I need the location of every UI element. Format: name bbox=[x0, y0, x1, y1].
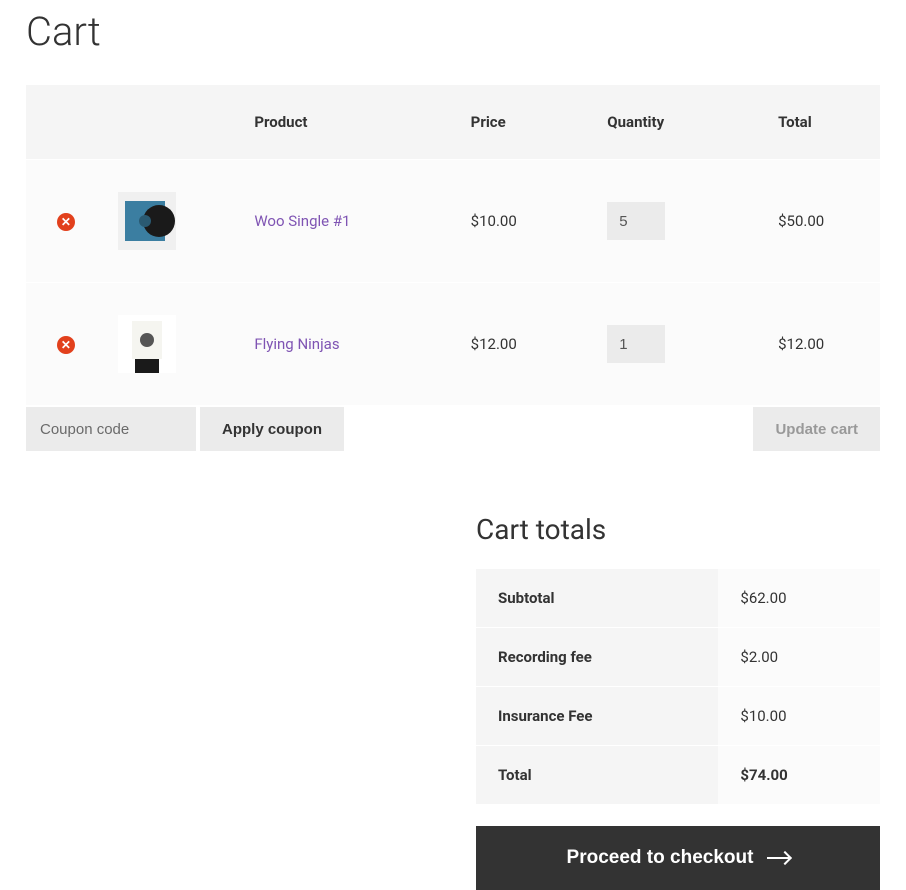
col-product-header: Product bbox=[242, 85, 458, 160]
col-price-header: Price bbox=[459, 85, 596, 160]
quantity-input[interactable] bbox=[607, 325, 665, 363]
total-cell: $12.00 bbox=[766, 283, 880, 406]
price-cell: $12.00 bbox=[459, 283, 596, 406]
coupon-input[interactable] bbox=[26, 407, 196, 451]
col-total-header: Total bbox=[766, 85, 880, 160]
cart-totals-heading: Cart totals bbox=[476, 513, 880, 546]
totals-value: $74.00 bbox=[718, 746, 880, 805]
coupon-area: Apply coupon bbox=[26, 407, 344, 451]
totals-row: Subtotal $62.00 bbox=[476, 569, 880, 628]
page-title: Cart bbox=[26, 8, 880, 55]
totals-row: Recording fee $2.00 bbox=[476, 628, 880, 687]
totals-value: $2.00 bbox=[718, 628, 880, 687]
product-thumbnail[interactable] bbox=[118, 192, 176, 250]
proceed-to-checkout-button[interactable]: Proceed to checkout bbox=[476, 826, 880, 890]
remove-icon[interactable]: ✕ bbox=[57, 336, 75, 354]
totals-value: $10.00 bbox=[718, 687, 880, 746]
arrow-right-icon bbox=[767, 857, 789, 859]
totals-row-total: Total $74.00 bbox=[476, 746, 880, 805]
product-thumbnail[interactable] bbox=[118, 315, 176, 373]
totals-value: $62.00 bbox=[718, 569, 880, 628]
product-link[interactable]: Woo Single #1 bbox=[254, 212, 350, 230]
totals-table: Subtotal $62.00 Recording fee $2.00 Insu… bbox=[476, 568, 880, 804]
cart-actions: Apply coupon Update cart bbox=[26, 407, 880, 451]
apply-coupon-button[interactable]: Apply coupon bbox=[200, 407, 344, 451]
cart-table: Product Price Quantity Total ✕ Woo Singl… bbox=[26, 85, 880, 405]
totals-label: Recording fee bbox=[476, 628, 718, 687]
table-row: ✕ Flying Ninjas $12.00 $12.00 bbox=[26, 283, 880, 406]
total-cell: $50.00 bbox=[766, 160, 880, 283]
product-link[interactable]: Flying Ninjas bbox=[254, 335, 339, 353]
totals-label: Subtotal bbox=[476, 569, 718, 628]
cart-totals: Cart totals Subtotal $62.00 Recording fe… bbox=[476, 513, 880, 890]
totals-label: Total bbox=[476, 746, 718, 805]
col-quantity-header: Quantity bbox=[595, 85, 766, 160]
totals-label: Insurance Fee bbox=[476, 687, 718, 746]
update-cart-button[interactable]: Update cart bbox=[753, 407, 880, 451]
price-cell: $10.00 bbox=[459, 160, 596, 283]
totals-row: Insurance Fee $10.00 bbox=[476, 687, 880, 746]
table-row: ✕ Woo Single #1 $10.00 $50.00 bbox=[26, 160, 880, 283]
col-thumb-header bbox=[106, 85, 243, 160]
quantity-input[interactable] bbox=[607, 202, 665, 240]
remove-icon[interactable]: ✕ bbox=[57, 213, 75, 231]
col-remove-header bbox=[26, 85, 106, 160]
checkout-label: Proceed to checkout bbox=[567, 847, 754, 869]
